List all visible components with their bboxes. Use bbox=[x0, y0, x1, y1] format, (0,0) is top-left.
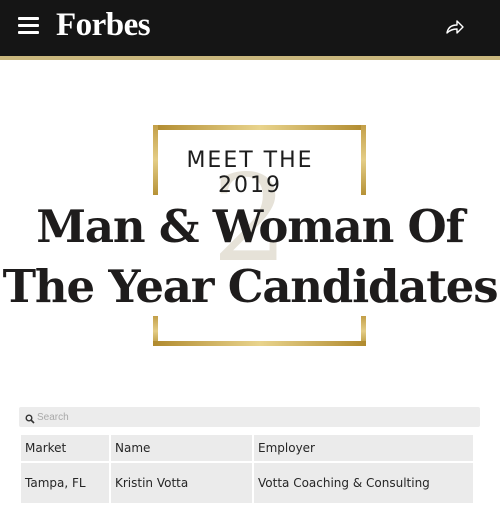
cell-name: Kristin Votta bbox=[111, 463, 252, 503]
search-bar[interactable] bbox=[19, 407, 480, 427]
search-input[interactable] bbox=[37, 407, 467, 427]
hero-kicker: MEET THE 2019 bbox=[186, 148, 314, 198]
forbes-logo[interactable]: Forbes bbox=[56, 7, 151, 44]
hero-banner: 2 MEET THE 2019 Man & Woman Of The Year … bbox=[0, 60, 500, 400]
cell-market: Tampa, FL bbox=[21, 463, 109, 503]
table-header-row: Market Name Employer bbox=[21, 435, 473, 461]
top-nav-bar: Forbes bbox=[0, 0, 500, 56]
table-row[interactable]: Tampa, FL Kristin Votta Votta Coaching &… bbox=[21, 463, 473, 503]
search-icon bbox=[25, 411, 35, 424]
cell-employer: Votta Coaching & Consulting bbox=[254, 463, 473, 503]
candidates-table: Market Name Employer Tampa, FL Kristin V… bbox=[19, 433, 475, 505]
frame-bottom-border bbox=[153, 341, 366, 346]
hero-headline-line2: The Year Candidates bbox=[2, 260, 499, 313]
hamburger-menu-icon[interactable] bbox=[18, 17, 39, 35]
column-header-employer[interactable]: Employer bbox=[254, 435, 473, 461]
frame-right-upper bbox=[361, 125, 366, 195]
share-icon[interactable] bbox=[443, 17, 465, 39]
frame-top-border bbox=[153, 125, 366, 130]
hero-headline-line1: Man & Woman Of bbox=[36, 200, 465, 253]
column-header-name[interactable]: Name bbox=[111, 435, 252, 461]
column-header-market[interactable]: Market bbox=[21, 435, 109, 461]
